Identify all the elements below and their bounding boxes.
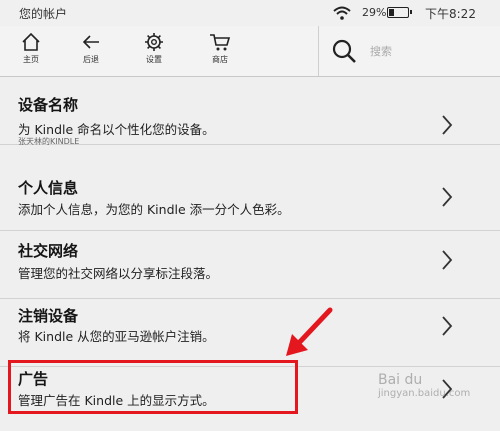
home-button[interactable]: 主页 (11, 29, 51, 73)
watermark-url: jingyan.baidu.com (378, 388, 471, 399)
search-input[interactable]: 搜索 (370, 43, 392, 59)
back-button[interactable]: 后退 (71, 29, 111, 73)
clock: 下午8:22 (425, 7, 476, 21)
settings-button[interactable]: 设置 (134, 29, 174, 73)
chevron-right-icon (442, 187, 453, 207)
highlight-box (8, 360, 298, 414)
toolbar-divider (318, 26, 319, 76)
red-arrow-icon (286, 307, 333, 356)
item-title: 社交网络 (18, 242, 79, 260)
chevron-right-icon (442, 250, 453, 270)
battery-percent: 29% (362, 6, 387, 19)
gear-icon (145, 33, 163, 51)
list-item-deregister[interactable]: 注销设备 将 Kindle 从您的亚马逊帐户注销。 (0, 299, 500, 367)
item-title: 个人信息 (18, 179, 79, 197)
chevron-right-icon (442, 316, 453, 336)
status-title: 您的帐户 (19, 7, 68, 21)
item-title: 设备名称 (18, 96, 79, 114)
back-label: 后退 (83, 55, 99, 64)
item-title: 注销设备 (18, 307, 79, 325)
cart-icon (210, 34, 231, 51)
watermark: Bai du jingyan.baidu.com (378, 372, 470, 399)
list-item-social-networks[interactable]: 社交网络 管理您的社交网络以分享标注段落。 (0, 231, 500, 299)
store-button[interactable]: 商店 (200, 29, 240, 73)
home-icon (22, 32, 40, 51)
device-name-value: 张天林的KINDLE (18, 137, 80, 146)
chevron-right-icon (442, 115, 453, 135)
store-label: 商店 (212, 55, 228, 64)
toolbar: 主页 后退 设置 商店 搜索 (0, 26, 500, 77)
list-item-device-name[interactable]: 设备名称 为 Kindle 命名以个性化您的设备。 张天林的KINDLE (0, 77, 500, 146)
battery-icon (387, 7, 412, 18)
battery-fill (389, 9, 394, 16)
item-description: 添加个人信息，为您的 Kindle 添一分个人色彩。 (18, 202, 290, 217)
search-icon[interactable] (331, 38, 357, 64)
item-description: 管理您的社交网络以分享标注段落。 (18, 266, 219, 281)
status-bar: 您的帐户 29% 下午8:22 (0, 0, 500, 26)
item-description: 将 Kindle 从您的亚马逊帐户注销。 (18, 329, 215, 344)
watermark-logo: Bai du (378, 372, 423, 388)
home-label: 主页 (23, 55, 39, 64)
settings-label: 设置 (146, 55, 162, 64)
back-arrow-icon (82, 35, 99, 49)
wifi-icon (333, 6, 351, 20)
list-item-personal-info[interactable]: 个人信息 添加个人信息，为您的 Kindle 添一分个人色彩。 (0, 163, 500, 231)
